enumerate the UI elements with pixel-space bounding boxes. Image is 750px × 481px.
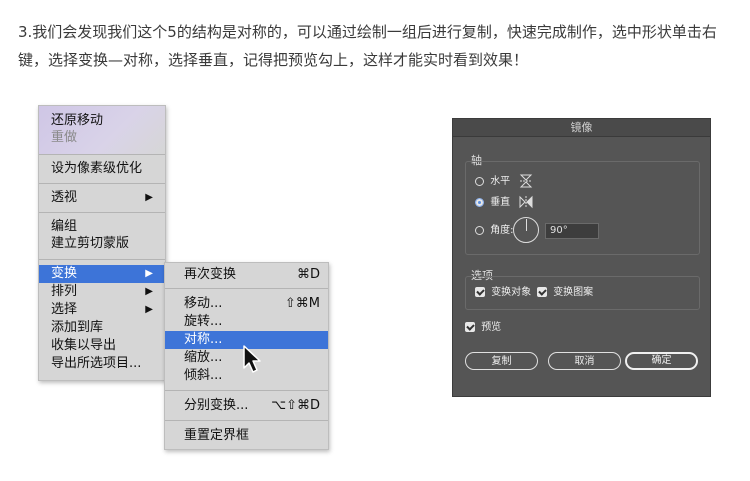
menu-item-label: 再次变换 xyxy=(184,267,237,282)
checkbox-preview[interactable]: 预览 xyxy=(465,321,501,335)
context-menu: 还原移动 重做 设为像素级优化 透视 ▶ 编组 建立剪切蒙版 变换 ▶ 排列 ▶… xyxy=(38,105,166,381)
shortcut-label: ⌥⇧⌘D xyxy=(271,398,320,413)
checkbox-label: 变换图案 xyxy=(553,287,594,298)
menu-item-group[interactable]: 编组 xyxy=(39,218,165,236)
menu-separator xyxy=(39,183,165,184)
checkbox-transform-objects[interactable]: 变换对象 xyxy=(475,286,531,300)
submenu-arrow-icon: ▶ xyxy=(145,286,153,297)
submenu-arrow-icon: ▶ xyxy=(145,192,153,203)
menu-item-label: 分别变换... xyxy=(184,398,249,413)
radio-button[interactable] xyxy=(475,197,484,207)
menu-item-redo: 重做 xyxy=(51,130,78,145)
shortcut-label: ⇧⌘M xyxy=(284,296,320,311)
menu-item-transform[interactable]: 变换 ▶ xyxy=(39,265,165,283)
reflect-dialog: 镜像 轴 水平 垂直 角度: 90° 选项 变换对象 变换图案 预览 复制 取消… xyxy=(452,118,711,397)
radio-horizontal[interactable]: 水平 xyxy=(475,174,533,188)
submenu-item-transform-each[interactable]: 分别变换... ⌥⇧⌘D xyxy=(165,397,328,415)
dialog-title: 镜像 xyxy=(453,119,710,137)
menu-separator xyxy=(165,288,328,289)
radio-label: 水平 xyxy=(490,176,511,187)
angle-dial[interactable] xyxy=(513,217,539,243)
mouse-pointer-icon xyxy=(243,345,261,373)
cancel-button[interactable]: 取消 xyxy=(548,352,621,370)
checkbox[interactable] xyxy=(475,287,485,297)
menu-item-undo-move[interactable]: 还原移动 xyxy=(39,112,165,130)
shortcut-label: ⌘D xyxy=(296,267,320,282)
angle-input[interactable]: 90° xyxy=(545,223,599,239)
submenu-arrow-icon: ▶ xyxy=(145,304,153,315)
radio-vertical[interactable]: 垂直 xyxy=(475,195,533,209)
checkbox-transform-patterns[interactable]: 变换图案 xyxy=(537,286,593,300)
checkbox[interactable] xyxy=(465,322,475,332)
menu-item-select[interactable]: 选择 ▶ xyxy=(39,301,165,319)
radio-angle[interactable]: 角度: xyxy=(475,224,514,238)
radio-button[interactable] xyxy=(475,225,484,235)
reflect-horizontal-icon xyxy=(520,174,533,188)
reflect-vertical-icon xyxy=(519,195,533,209)
menu-separator xyxy=(39,154,165,155)
menu-item-perspective[interactable]: 透视 ▶ xyxy=(39,189,165,207)
menu-separator xyxy=(165,420,328,421)
submenu-item-transform-again[interactable]: 再次变换 ⌘D xyxy=(165,266,328,284)
menu-item-pixel-optimize[interactable]: 设为像素级优化 xyxy=(39,160,165,178)
radio-button[interactable] xyxy=(475,176,484,186)
menu-item-clipping-mask[interactable]: 建立剪切蒙版 xyxy=(39,235,165,253)
submenu-item-reset-bounding-box[interactable]: 重置定界框 xyxy=(165,427,328,445)
menu-item-label: 排列 xyxy=(51,284,78,299)
checkbox-label: 预览 xyxy=(481,322,502,333)
menu-separator xyxy=(39,212,165,213)
submenu-item-move[interactable]: 移动... ⇧⌘M xyxy=(165,295,328,313)
menu-item-label: 透视 xyxy=(51,190,78,205)
checkbox-label: 变换对象 xyxy=(491,287,532,298)
submenu-item-rotate[interactable]: 旋转... xyxy=(165,313,328,331)
ok-button[interactable]: 确定 xyxy=(625,352,698,370)
radio-label: 角度: xyxy=(490,225,514,236)
menu-separator xyxy=(39,259,165,260)
menu-item-arrange[interactable]: 排列 ▶ xyxy=(39,283,165,301)
menu-item-collect-export[interactable]: 收集以导出 xyxy=(39,337,165,355)
menu-item-label: 变换 xyxy=(51,266,78,281)
menu-item-export-selection[interactable]: 导出所选项目... xyxy=(39,355,165,373)
menu-item-label: 移动... xyxy=(184,296,223,311)
menu-separator xyxy=(165,390,328,391)
radio-label: 垂直 xyxy=(490,197,511,208)
menu-item-add-to-library[interactable]: 添加到库 xyxy=(39,319,165,337)
submenu-arrow-icon: ▶ xyxy=(145,268,153,279)
checkbox[interactable] xyxy=(537,287,547,297)
intro-paragraph: 3.我们会发现我们这个5的结构是对称的，可以通过绘制一组后进行复制，快速完成制作… xyxy=(18,23,717,69)
menu-item-label: 选择 xyxy=(51,302,78,317)
copy-button[interactable]: 复制 xyxy=(465,352,538,370)
